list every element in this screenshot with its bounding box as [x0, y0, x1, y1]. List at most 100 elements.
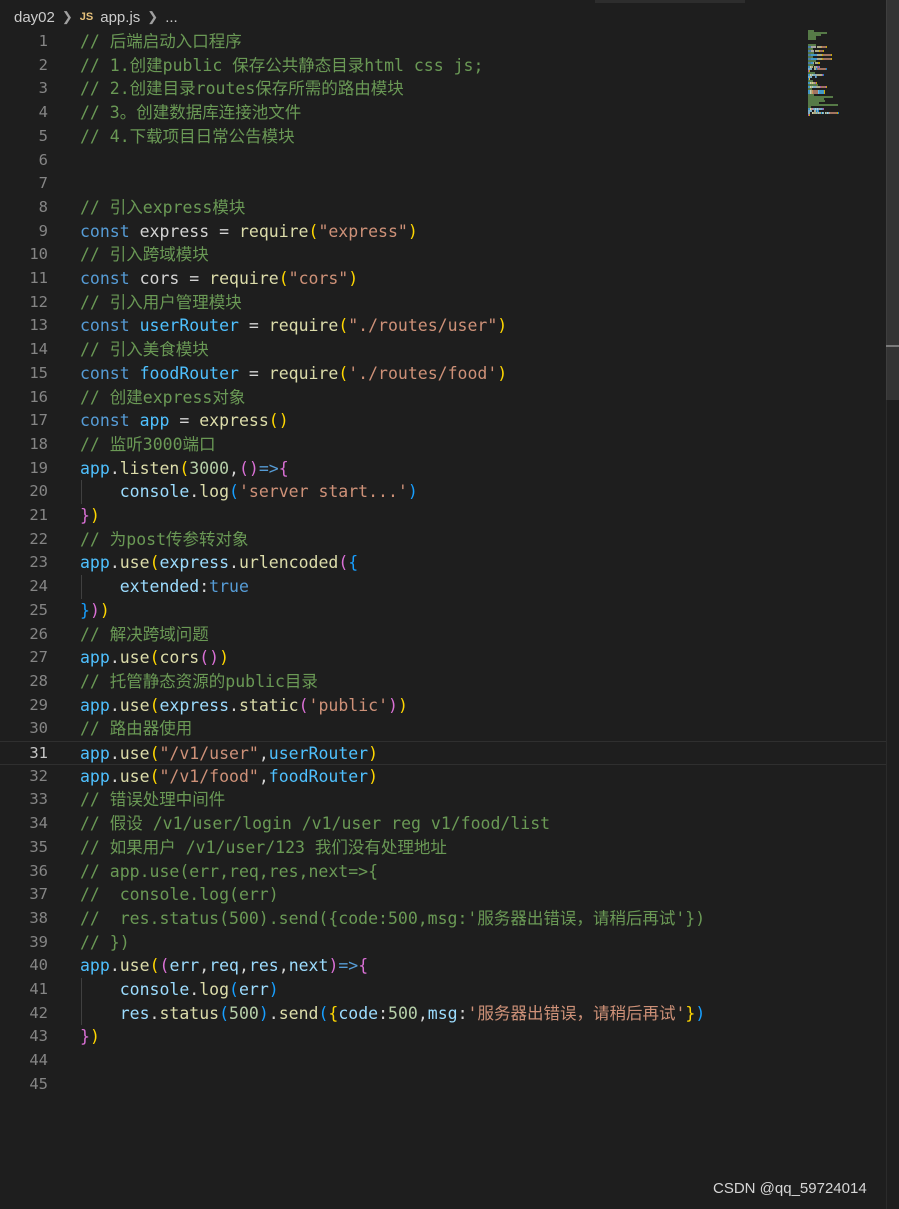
token-bracket1: ) — [368, 744, 379, 763]
code-line[interactable]: 10 // 引入跨域模块 — [0, 243, 886, 267]
code-line[interactable]: 41 console.log(err) — [0, 978, 886, 1002]
code-line[interactable]: 25})) — [0, 599, 886, 623]
line-number: 32 — [29, 766, 48, 785]
code-line[interactable]: 42 res.status(500).send({code:500,msg:'服… — [0, 1002, 886, 1026]
breadcrumb-folder[interactable]: day02 — [14, 9, 55, 26]
minimap[interactable] — [808, 30, 880, 120]
code-line[interactable]: 17 const app = express() — [0, 409, 886, 433]
code-line[interactable]: 32 app.use("/v1/food",foodRouter) — [0, 765, 886, 789]
token-text: , — [239, 956, 249, 976]
code-line[interactable]: 12 // 引入用户管理模块 — [0, 291, 886, 315]
code-line[interactable]: 9 const express = require("express") — [0, 220, 886, 244]
token-bracket2: ) — [388, 695, 398, 715]
code-line[interactable]: 45 — [0, 1073, 886, 1097]
breadcrumb-more[interactable]: ... — [165, 9, 178, 26]
token-property: console — [80, 482, 190, 502]
code-text: // 解决跨域问题 — [80, 623, 209, 647]
code-line[interactable]: 26 // 解决跨域问题 — [0, 623, 886, 647]
code-line[interactable]: 24 extended:true — [0, 575, 886, 599]
line-number: 28 — [29, 671, 48, 690]
token-text: . — [229, 695, 239, 715]
code-line[interactable]: 31 app.use("/v1/user",userRouter) — [0, 741, 886, 765]
code-line[interactable]: 11 const cors = require("cors") — [0, 267, 886, 291]
code-line[interactable]: 22 // 为post传参转对象 — [0, 528, 886, 552]
code-text: // 后端启动入口程序 — [80, 30, 242, 54]
code-text: console.log(err) — [80, 978, 279, 1002]
scrollbar-thumb[interactable] — [886, 0, 899, 400]
code-line[interactable]: 30 // 路由器使用 — [0, 717, 886, 741]
code-text: app.listen(3000,()=>{ — [80, 457, 289, 481]
code-line[interactable]: 35 // 如果用户 /v1/user/123 我们没有处理地址 — [0, 836, 886, 860]
token-text: = — [238, 363, 269, 383]
code-line[interactable]: 33 // 错误处理中间件 — [0, 788, 886, 812]
code-line[interactable]: 2 // 1.创建public 保存公共静态目录html css js; — [0, 54, 886, 78]
code-line[interactable]: 20 console.log('server start...') — [0, 480, 886, 504]
code-text: // 假设 /v1/user/login /v1/user reg v1/foo… — [80, 812, 550, 836]
code-line[interactable]: 1 // 后端启动入口程序 — [0, 30, 886, 54]
line-number: 36 — [29, 861, 48, 880]
code-line[interactable]: 15 const foodRouter = require('./routes/f… — [0, 362, 886, 386]
line-number: 31 — [29, 744, 48, 762]
tab-strip-edge — [595, 0, 745, 3]
token-property: next — [288, 956, 329, 976]
code-line[interactable]: 28 // 托管静态资源的public目录 — [0, 670, 886, 694]
code-line[interactable]: 4 // 3。创建数据库连接池文件 — [0, 101, 886, 125]
token-bracket1: () — [268, 411, 289, 431]
code-line[interactable]: 21}) — [0, 504, 886, 528]
indent-guide — [81, 575, 82, 599]
token-comment: // 2.创建目录routes保存所需的路由模块 — [80, 79, 404, 99]
token-keyword: const — [80, 221, 130, 241]
token-bracket1: ( — [308, 221, 319, 241]
token-comment: // 引入express模块 — [80, 197, 246, 217]
code-line[interactable]: 18 // 监听3000端口 — [0, 433, 886, 457]
code-line[interactable]: 40 app.use((err,req,res,next)=>{ — [0, 954, 886, 978]
token-bracket2: () — [238, 458, 259, 478]
token-property: res — [248, 956, 279, 976]
token-text: , — [258, 766, 269, 786]
token-function: status — [159, 1003, 220, 1023]
minimap-token — [818, 62, 820, 64]
code-line[interactable]: 37 // console.log(err) — [0, 883, 886, 907]
code-line[interactable]: 16 // 创建express对象 — [0, 386, 886, 410]
minimap-token — [822, 74, 824, 76]
minimap-token — [816, 54, 818, 56]
token-comment: // 3。创建数据库连接池文件 — [80, 103, 302, 123]
token-function: require — [268, 316, 339, 336]
line-number: 40 — [29, 956, 48, 975]
breadcrumb-file[interactable]: app.js — [100, 9, 140, 26]
code-line[interactable]: 29 app.use(express.static('public')) — [0, 694, 886, 718]
code-text: console.log('server start...') — [80, 480, 418, 504]
token-property: express — [159, 695, 230, 715]
token-bracket2: { — [358, 956, 369, 976]
token-variable: app — [80, 956, 110, 976]
minimap-token — [829, 112, 838, 114]
code-line[interactable]: 5 // 4.下载项目日常公告模块 — [0, 125, 886, 149]
code-line[interactable]: 27 app.use(cors()) — [0, 646, 886, 670]
line-number: 11 — [29, 269, 48, 287]
code-line[interactable]: 3 // 2.创建目录routes保存所需的路由模块 — [0, 77, 886, 101]
token-comment: // 为post传参转对象 — [80, 529, 249, 549]
code-line[interactable]: 36 // app.use(err,req,res,next=>{ — [0, 860, 886, 884]
token-comment: // 托管静态资源的public目录 — [80, 671, 318, 691]
code-editor[interactable]: 1 // 后端启动入口程序 2 // 1.创建public 保存公共静态目录html … — [0, 30, 886, 1209]
code-line[interactable]: 8 // 引入express模块 — [0, 196, 886, 220]
code-line[interactable]: 13 const userRouter = require("./routes/u… — [0, 314, 886, 338]
code-text: // 路由器使用 — [80, 717, 192, 741]
code-line[interactable]: 14 // 引入美食模块 — [0, 338, 886, 362]
minimap-token — [837, 112, 839, 114]
token-variable: app — [139, 411, 170, 431]
token-bracket1: ( — [149, 648, 160, 668]
code-line[interactable]: 39 // }) — [0, 931, 886, 955]
code-line[interactable]: 19 app.listen(3000,()=>{ — [0, 457, 886, 481]
token-bracket2: } — [80, 1027, 90, 1047]
code-line[interactable]: 44 — [0, 1049, 886, 1073]
code-line[interactable]: 43}) — [0, 1025, 886, 1049]
code-line[interactable]: 23 app.use(express.urlencoded({ — [0, 551, 886, 575]
token-number: 500 — [388, 1003, 418, 1023]
token-bracket1: ) — [89, 1027, 100, 1047]
code-line[interactable]: 34 // 假设 /v1/user/login /v1/user reg v1/f… — [0, 812, 886, 836]
code-line[interactable]: 7 — [0, 172, 886, 196]
code-line[interactable]: 38 // res.status(500).send({code:500,msg:… — [0, 907, 886, 931]
code-line[interactable]: 6 — [0, 149, 886, 173]
token-property: extended — [80, 577, 200, 597]
